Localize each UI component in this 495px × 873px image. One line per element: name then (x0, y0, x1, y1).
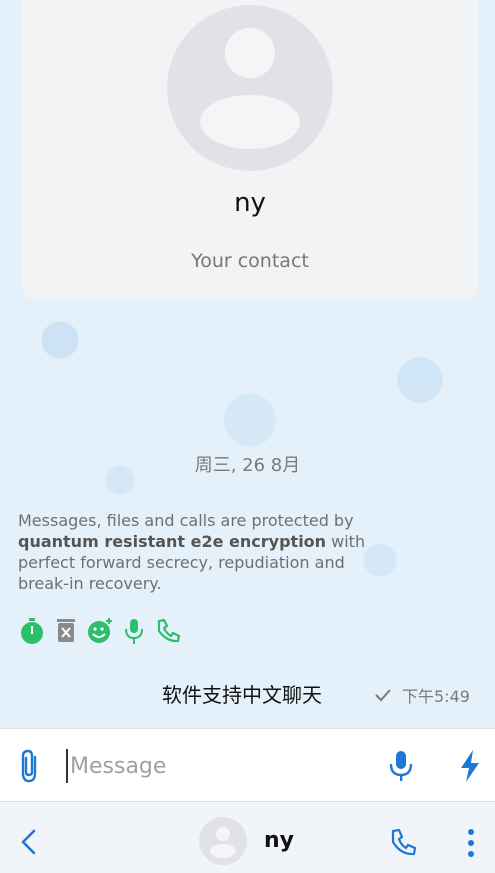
mic-icon[interactable] (388, 749, 414, 783)
attach-icon[interactable] (16, 748, 42, 784)
call-icon[interactable] (389, 828, 417, 856)
date-separator: 周三, 26 8月 (194, 455, 301, 476)
delete-icon (53, 617, 79, 645)
check-icon (375, 689, 391, 702)
bolt-icon[interactable] (458, 748, 482, 784)
feature-icons (19, 617, 181, 645)
avatar-placeholder-icon (167, 5, 333, 171)
message-input[interactable] (66, 749, 366, 783)
composer (0, 728, 495, 802)
timer-icon (19, 617, 45, 645)
message-text[interactable]: 软件支持中文聊天 (162, 679, 322, 708)
e2e-notice: Messages, files and calls are protected … (18, 510, 378, 594)
more-icon[interactable] (466, 828, 476, 858)
message-time: 下午5:49 (402, 687, 470, 706)
reaction-icon (87, 617, 113, 645)
contact-card: ny Your contact (22, 0, 478, 300)
contact-subtitle: Your contact (191, 250, 309, 272)
contact-name: ny (234, 188, 266, 218)
avatar-icon[interactable] (199, 817, 247, 865)
call-icon (155, 617, 181, 645)
e2e-notice-bold[interactable]: quantum resistant e2e encryption (18, 532, 326, 551)
chat-title-name[interactable]: ny (264, 828, 294, 853)
e2e-notice-text-1: Messages, files and calls are protected … (18, 511, 354, 530)
message-meta: 下午5:49 (374, 683, 470, 707)
voice-icon (121, 617, 147, 645)
back-icon[interactable] (18, 828, 40, 856)
bottom-bar: ny (0, 802, 495, 873)
